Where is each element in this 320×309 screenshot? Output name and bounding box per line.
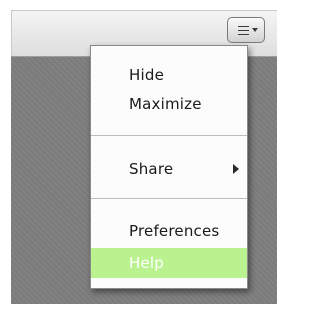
panel-menu-button[interactable] [227,17,265,43]
caret-down-icon [252,28,258,32]
panel-dropdown-menu: Hide Maximize Share Preferences Help [90,45,248,289]
menu-separator [91,135,247,136]
submenu-arrow-icon [233,164,239,174]
menu-item-hide[interactable]: Hide [91,60,247,90]
menu-item-share[interactable]: Share [91,154,247,184]
menu-separator [91,198,247,199]
menu-item-share-label: Share [129,160,174,178]
hamburger-menu-icon [238,26,249,35]
menu-item-help[interactable]: Help [91,248,247,278]
menu-item-preferences[interactable]: Preferences [91,216,247,246]
menu-item-maximize[interactable]: Maximize [91,89,247,119]
